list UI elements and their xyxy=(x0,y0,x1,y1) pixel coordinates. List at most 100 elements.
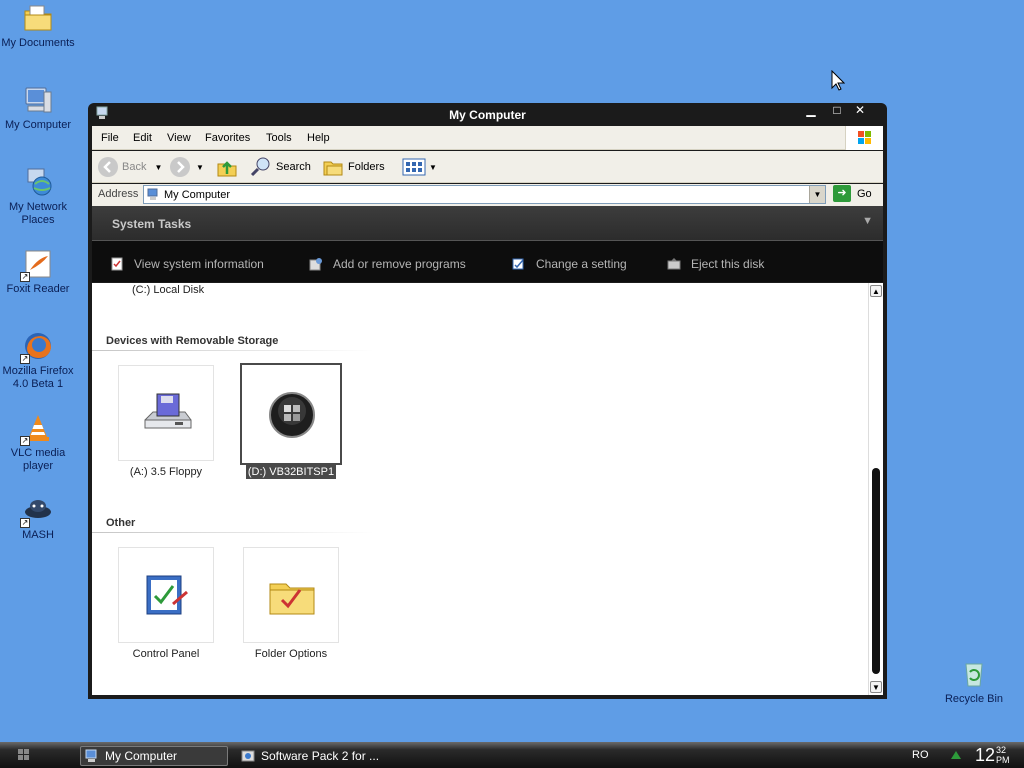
forward-arrow-icon xyxy=(170,157,190,177)
menu-file[interactable]: File xyxy=(101,132,119,144)
taskbar: My Computer Software Pack 2 for ... RO 1… xyxy=(0,742,1024,768)
system-clock[interactable]: 12 32 PM xyxy=(975,745,1010,766)
start-button[interactable] xyxy=(4,745,44,765)
forward-dropdown-icon[interactable]: ▼ xyxy=(196,163,204,172)
forward-button[interactable]: ▼ xyxy=(170,156,204,178)
language-indicator[interactable]: RO xyxy=(912,749,929,761)
group-title-removable-storage: Devices with Removable Storage xyxy=(106,335,279,347)
address-label: Address xyxy=(98,188,139,200)
desktop-icon-mozilla-firefox[interactable]: ↗ Mozilla Firefox 4.0 Beta 1 xyxy=(0,330,76,391)
desktop-icon-label: My Documents xyxy=(1,37,75,49)
address-input[interactable]: My Computer ▼ xyxy=(143,185,826,204)
taskbar-button-my-computer[interactable]: My Computer xyxy=(80,746,228,766)
window-title: My Computer xyxy=(449,108,526,122)
menu-favorites[interactable]: Favorites xyxy=(205,132,250,144)
go-label: Go xyxy=(857,187,872,200)
folders-label: Folders xyxy=(348,161,385,173)
vlc-cone-icon: ↗ xyxy=(20,412,54,446)
drive-d-cd[interactable] xyxy=(240,363,342,465)
menu-view[interactable]: View xyxy=(167,132,191,144)
control-panel-item[interactable] xyxy=(118,547,214,643)
floppy-drive-icon xyxy=(144,393,192,429)
task-label: View system information xyxy=(134,257,264,271)
address-bar: Address My Computer ▼ ➜ Go xyxy=(92,184,883,206)
drive-d-label-text: (D:) VB32BITSP1 xyxy=(245,465,337,479)
vertical-scrollbar[interactable]: ▲ ▼ xyxy=(868,283,883,695)
drive-a-floppy[interactable] xyxy=(118,365,214,461)
drive-d-label: (D:) VB32BITSP1 xyxy=(226,465,356,479)
scrollbar-thumb[interactable] xyxy=(872,468,880,674)
desktop-icon-label: Recycle Bin xyxy=(944,693,1004,705)
scroll-down-icon[interactable]: ▼ xyxy=(870,681,882,693)
system-tasks-pane: System Tasks ▼ View system information A… xyxy=(92,206,883,282)
shortcut-arrow-icon: ↗ xyxy=(20,436,30,446)
desktop-icon-mash[interactable]: ↗ MASH xyxy=(0,494,76,542)
folder-options-icon xyxy=(269,583,315,615)
eject-disk-icon xyxy=(667,258,681,270)
address-dropdown-icon[interactable]: ▼ xyxy=(809,186,825,203)
foxit-reader-icon: ↗ xyxy=(20,248,54,282)
back-dropdown-icon[interactable]: ▼ xyxy=(154,163,162,172)
explorer-window: My Computer ▁ □ ✕ File Edit View Favorit… xyxy=(88,103,887,699)
tray-network-icon[interactable] xyxy=(948,747,964,763)
system-tasks-header[interactable]: System Tasks ▼ xyxy=(92,206,883,241)
desktop-icon-label: Mozilla Firefox 4.0 Beta 1 xyxy=(2,365,74,390)
up-folder-button[interactable] xyxy=(216,156,238,178)
task-change-a-setting[interactable]: Change a setting xyxy=(512,257,627,271)
maximize-button[interactable]: □ xyxy=(827,104,847,118)
task-label: Add or remove programs xyxy=(333,257,466,271)
shortcut-arrow-icon: ↗ xyxy=(20,272,30,282)
control-panel-icon xyxy=(512,258,524,270)
menu-help[interactable]: Help xyxy=(307,132,330,144)
desktop-icon-my-documents[interactable]: My Documents xyxy=(0,2,76,50)
folder-options-item[interactable] xyxy=(243,547,339,643)
back-arrow-icon xyxy=(98,157,118,177)
go-button[interactable]: ➜ Go xyxy=(833,185,872,202)
task-eject-this-disk[interactable]: Eject this disk xyxy=(667,257,764,271)
drive-c-local-disk-label[interactable]: (C:) Local Disk xyxy=(132,284,204,296)
task-view-system-information[interactable]: View system information xyxy=(110,257,264,271)
back-label: Back xyxy=(122,161,147,173)
cd-drive-windows-icon xyxy=(269,392,315,438)
taskbar-button-label: Software Pack 2 for ... xyxy=(261,749,380,763)
minimize-button[interactable]: ▁ xyxy=(801,104,821,118)
collapse-chevron-icon[interactable]: ▼ xyxy=(862,215,873,227)
desktop-icon-label: VLC media player xyxy=(10,447,66,472)
menu-bar: File Edit View Favorites Tools Help xyxy=(92,126,883,150)
control-panel-icon xyxy=(146,575,188,615)
close-button[interactable]: ✕ xyxy=(850,104,870,118)
task-add-remove-programs[interactable]: Add or remove programs xyxy=(309,257,466,271)
views-dropdown-icon[interactable]: ▼ xyxy=(429,163,437,172)
desktop-icon-foxit-reader[interactable]: ↗ Foxit Reader xyxy=(0,248,76,296)
menu-edit[interactable]: Edit xyxy=(133,132,152,144)
drive-a-floppy-label: (A:) 3.5 Floppy xyxy=(129,466,203,478)
address-value: My Computer xyxy=(164,189,231,201)
folders-button[interactable]: Folders xyxy=(322,156,385,178)
firefox-icon: ↗ xyxy=(20,330,54,364)
clock-minute: 32 xyxy=(996,745,1007,755)
back-button[interactable]: Back ▼ xyxy=(98,156,162,178)
views-button[interactable]: ▼ xyxy=(402,156,437,178)
computer-icon xyxy=(85,749,97,762)
taskbar-button-software-pack[interactable]: Software Pack 2 for ... xyxy=(237,746,397,766)
search-label: Search xyxy=(276,161,311,173)
control-panel-label: Control Panel xyxy=(132,648,200,660)
recycle-bin-icon xyxy=(958,658,990,690)
installer-icon xyxy=(241,750,255,762)
search-button[interactable]: Search xyxy=(250,156,311,178)
windows-logo-icon xyxy=(18,749,29,760)
desktop-icon-label: MASH xyxy=(22,529,54,541)
desktop-icon-label: My Computer xyxy=(4,119,72,131)
desktop-icon-my-network-places[interactable]: My Network Places xyxy=(0,166,76,227)
go-arrow-icon: ➜ xyxy=(833,185,851,202)
scroll-up-icon[interactable]: ▲ xyxy=(870,285,882,297)
clock-minute-ampm: 32 PM xyxy=(996,745,1010,765)
desktop-icon-my-computer[interactable]: My Computer xyxy=(0,84,76,132)
system-tasks-title: System Tasks xyxy=(112,217,192,231)
group-divider xyxy=(92,350,374,351)
title-bar[interactable]: My Computer ▁ □ ✕ xyxy=(88,103,887,126)
desktop-icon-vlc[interactable]: ↗ VLC media player xyxy=(0,412,76,473)
network-globe-icon xyxy=(22,166,54,198)
menu-tools[interactable]: Tools xyxy=(266,132,292,144)
desktop-icon-recycle-bin[interactable]: Recycle Bin xyxy=(936,658,1012,706)
